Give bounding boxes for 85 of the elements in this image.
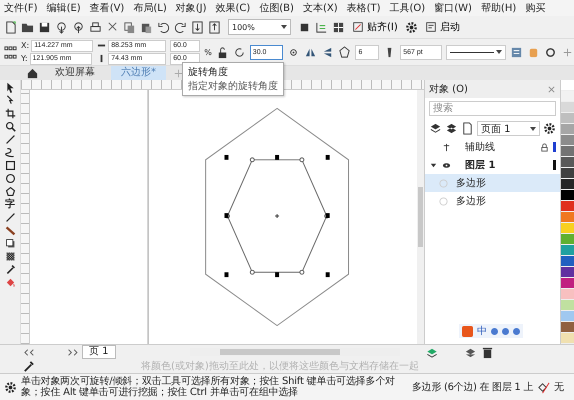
polygon-sides-icon [338,46,352,58]
menu-item[interactable]: 工具(O) [390,1,426,15]
tooltip: 旋转角度 指定对象的旋转角度 [182,62,284,96]
launch-button[interactable]: 启动 [422,20,463,34]
line-tool-icon[interactable] [4,212,16,223]
trash-icon[interactable] [481,346,494,358]
undo-icon[interactable] [157,20,170,34]
shadow-tool-icon[interactable] [4,238,16,249]
pattern-tool-icon[interactable] [4,251,16,262]
x-label: X: [21,41,30,50]
print-icon[interactable] [89,20,102,34]
save-icon[interactable] [38,20,51,34]
menu-item[interactable]: 效果(C) [215,1,250,15]
search-field[interactable]: 搜索 [429,101,556,116]
grid-icon[interactable] [332,20,345,34]
settings-icon[interactable] [4,380,17,394]
rotation-icon [232,46,246,58]
polygon-tool-icon[interactable] [4,186,16,197]
menu-item[interactable]: 编辑(E) [46,1,81,15]
menu-item[interactable]: 文件(F) [4,1,38,15]
text-tool[interactable]: 字 [5,199,15,210]
zoom-tool-icon[interactable] [4,121,16,132]
copy-icon[interactable] [123,20,136,34]
document-palette-hint: 将颜色(或对象)拖动至此处，以便将这些颜色与文档存储在一起 [141,360,419,373]
eye-icon[interactable] [442,160,451,170]
percent-unit: % [204,48,212,56]
color-palette[interactable] [560,80,574,344]
guideline-icon [442,142,451,152]
crop-tool-icon[interactable] [4,108,16,119]
lock-icon[interactable] [540,142,549,152]
selection-info: 多边形 (6个边) 在 图层 1 上 [412,380,534,394]
eyedropper-tool-icon[interactable] [4,264,16,275]
document-icon [424,21,437,33]
import-icon[interactable] [191,20,204,34]
menu-item[interactable]: 对象(J) [176,1,206,15]
status-hint: 单击对象两次可旋转/倾斜；双击工具可选择所有对象；按住 Shift 键单击可选择多个对象；按住 Alt 键单击可进行挖掘；按住 Ctrl 并单击可在组中选择 [21,376,396,398]
docker-title: 对象 (O) [429,82,468,96]
ime-toolbar[interactable]: 中 [459,324,523,338]
fill-value: 无 [554,381,564,394]
layer-name[interactable]: 图层 1 [455,158,549,172]
cloud-upload-icon[interactable] [72,20,85,34]
menu-item[interactable]: 帮助(H) [480,1,516,15]
fill-bucket-icon [537,380,550,394]
page-dropdown[interactable]: 页面 1 [477,121,540,136]
page-tab[interactable]: 页 1 [82,345,116,359]
redo-icon[interactable] [174,20,187,34]
wrap-text-icon[interactable] [510,46,523,58]
cut-icon[interactable] [106,20,119,34]
reference-point-icon[interactable] [4,46,17,58]
document-tab[interactable]: 六边形* [111,66,166,80]
curve-tool-icon[interactable] [4,147,16,158]
eyedropper-icon[interactable] [22,360,35,372]
menu-item[interactable]: 购买 [525,1,546,15]
menu-item[interactable]: 文本(X) [302,1,338,15]
cloud-download-icon[interactable] [55,20,68,34]
line-style-dropdown[interactable] [446,44,506,60]
layer-name[interactable]: 辅助线 [455,140,536,154]
y-label: Y: [21,54,28,63]
menu-item[interactable]: 查看(V) [90,1,124,15]
center-mark-icon [274,214,280,218]
object-row[interactable]: 多边形 [425,174,560,192]
object-row[interactable]: 多边形 [425,192,560,210]
rect-tool-icon[interactable] [4,160,16,171]
expand-caret-icon[interactable] [429,160,438,170]
zoom-level-dropdown[interactable]: 100% [228,19,291,35]
node-tool-icon[interactable] [4,95,16,106]
fill-tool-icon[interactable] [4,277,16,288]
close-icon[interactable] [547,84,556,94]
master-layer-icon[interactable] [445,122,458,135]
new-document-icon[interactable] [4,20,17,34]
pointer-tool-icon[interactable] [4,82,16,93]
menu-item[interactable]: 窗口(W) [434,1,472,15]
document-tab[interactable]: 欢迎屏幕 [45,66,105,80]
page-icon[interactable] [461,122,474,135]
layer-icon[interactable] [429,122,442,135]
settings-icon[interactable] [404,20,418,34]
freehand-tool-icon[interactable] [4,134,16,145]
menu-item[interactable]: 表格(T) [346,1,381,15]
ruler-icon[interactable] [315,20,328,34]
menu-item[interactable]: 位图(B) [259,1,294,15]
export-icon[interactable] [208,20,221,34]
ellipse-tool-icon[interactable] [4,173,16,184]
menu-item[interactable]: 布局(L) [133,1,167,15]
settings-icon[interactable] [543,122,556,135]
snap-button[interactable]: 贴齐(I) [349,20,401,34]
